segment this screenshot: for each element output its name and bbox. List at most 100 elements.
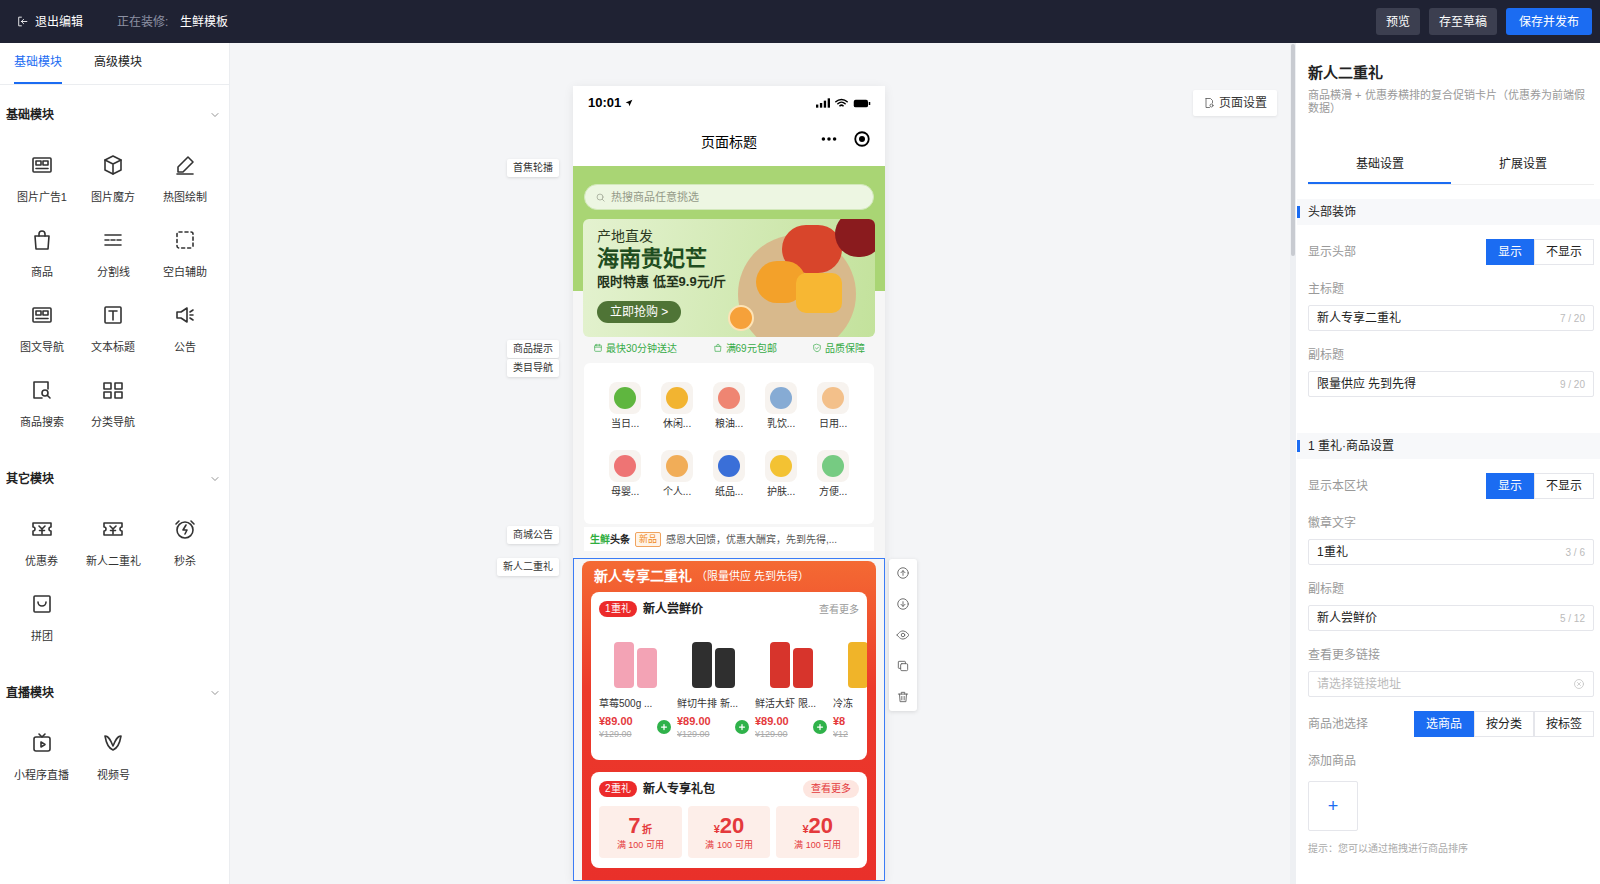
more-link[interactable]: 查看更多 (803, 780, 859, 798)
module-item[interactable]: 图片广告1 (6, 132, 78, 207)
coupon-value-row: ¥20 (714, 813, 745, 839)
settings-tab[interactable]: 基础设置 (1308, 145, 1451, 184)
action-button[interactable]: 存至草稿 (1429, 8, 1497, 35)
status-bar: 10:01 (573, 86, 885, 118)
field-label: 查看更多链接 (1308, 647, 1594, 663)
segment-option[interactable]: 不显示 (1534, 473, 1594, 499)
module-item[interactable]: 拼团 (6, 571, 78, 646)
gift-module[interactable]: 新人专享二重礼（限量供应 先到先得）1重礼新人尝鲜价查看更多草莓500g ...… (573, 558, 885, 881)
category-swatch (822, 387, 844, 409)
text-input[interactable]: 限量供应 先到先得9 / 20 (1308, 371, 1594, 397)
canvas: 首焦轮播商品提示类目导航商城公告新人二重礼10:01页面标题热搜商品任意挑选产地… (230, 43, 1290, 884)
category-label: 当日... (611, 418, 639, 430)
text-input[interactable]: 新人专享二重礼7 / 20 (1308, 305, 1594, 331)
module-marker[interactable]: 首焦轮播 (507, 159, 559, 177)
trash-icon[interactable] (896, 690, 910, 704)
text-input[interactable]: 新人尝鲜价5 / 12 (1308, 605, 1594, 631)
category-item[interactable]: 护肤... (755, 450, 807, 498)
module-item[interactable]: 优惠券 (6, 496, 78, 571)
segment-option[interactable]: 显示 (1486, 473, 1534, 499)
notice-text: 感恩大回馈，优惠大酬宾，先到先得,... (666, 532, 837, 547)
eye-icon[interactable] (896, 628, 910, 642)
module-item[interactable]: 新人二重礼 (78, 496, 150, 571)
segment-option[interactable]: 按标签 (1534, 711, 1594, 737)
product-card[interactable]: 鲜切牛排 新...¥89.00¥129.00 (677, 632, 749, 740)
hero: 热搜商品任意挑选产地直发海南贵妃芒限时特惠 低至9.9元/斤立即抢购 > (573, 166, 885, 337)
segment-option[interactable]: 显示 (1486, 239, 1534, 265)
scroll-thumb[interactable] (1291, 44, 1295, 256)
category-item[interactable]: 乳饮... (755, 382, 807, 430)
add-product-button[interactable]: + (1308, 781, 1358, 831)
text-input[interactable]: 1重礼3 / 6 (1308, 539, 1594, 565)
field-label: 显示头部 (1308, 243, 1356, 261)
category-item[interactable]: 纸品... (703, 450, 755, 498)
exit-label: 退出编辑 (35, 13, 83, 31)
category-item[interactable]: 粮油... (703, 382, 755, 430)
module-tab[interactable]: 高级模块 (94, 53, 142, 84)
segment-option[interactable]: 选商品 (1414, 711, 1474, 737)
group-header[interactable]: 其它模块 (0, 462, 229, 496)
module-label: 空白辅助 (163, 265, 207, 279)
category-item[interactable]: 日用... (807, 382, 859, 430)
coupon[interactable]: ¥20满 100 可用 (776, 806, 859, 858)
category-item[interactable]: 方便... (807, 450, 859, 498)
module-item[interactable]: 商品 (6, 207, 78, 282)
banner-button[interactable]: 立即抢购 > (597, 301, 681, 323)
module-item[interactable]: 公告 (149, 282, 221, 357)
coupon[interactable]: 7折满 100 可用 (599, 806, 682, 858)
category-nav: 当日... 休闲...粮油...乳饮...日用... 母婴...个人... 纸品...… (584, 363, 874, 524)
banner[interactable]: 产地直发海南贵妃芒限时特惠 低至9.9元/斤立即抢购 > (583, 219, 875, 337)
action-button[interactable]: 保存并发布 (1506, 8, 1592, 35)
module-item[interactable]: 秒杀 (149, 496, 221, 571)
category-item[interactable]: 当日... (599, 382, 651, 430)
page-settings-label: 页面设置 (1219, 94, 1267, 112)
notice-bar[interactable]: 生鲜头条新品感恩大回馈，优惠大酬宾，先到先得,... (584, 527, 874, 551)
product-card[interactable]: 鲜活大虾 限...¥89.00¥129.00 (755, 632, 827, 740)
search-field[interactable]: 热搜商品任意挑选 (584, 184, 874, 210)
move-up-icon[interactable] (896, 566, 910, 580)
module-item[interactable]: 图文导航 (6, 282, 78, 357)
category-label: 纸品... (715, 486, 743, 498)
category-item[interactable]: 个人... (651, 450, 703, 498)
link-input[interactable]: 请选择链接地址 (1308, 671, 1594, 697)
product-card[interactable]: 草莓500g ...¥89.00¥129.00 (599, 632, 671, 740)
module-item[interactable]: 文本标题 (78, 282, 150, 357)
module-item[interactable]: 商品搜索 (6, 357, 78, 432)
action-button[interactable]: 预览 (1376, 8, 1420, 35)
settings-title: 新人二重礼 (1308, 43, 1594, 83)
module-marker[interactable]: 商城公告 (507, 526, 559, 544)
module-item[interactable]: 小程序直播 (6, 710, 78, 785)
coupon[interactable]: ¥20满 100 可用 (688, 806, 771, 858)
category-item[interactable]: 休闲... (651, 382, 703, 430)
page-settings-button[interactable]: 页面设置 (1193, 90, 1277, 116)
category-item[interactable]: 母婴... (599, 450, 651, 498)
signal-icon (816, 98, 830, 108)
group-header[interactable]: 基础模块 (0, 98, 229, 132)
module-marker[interactable]: 商品提示 (507, 340, 559, 358)
module-item[interactable]: 空白辅助 (149, 207, 221, 282)
settings-tab[interactable]: 扩展设置 (1451, 145, 1594, 184)
group-header[interactable]: 直播模块 (0, 676, 229, 710)
module-item[interactable]: 热图绘制 (149, 132, 221, 207)
module-item[interactable]: 分割线 (78, 207, 150, 282)
search-icon (595, 192, 606, 203)
move-down-icon[interactable] (896, 597, 910, 611)
module-item[interactable]: 图片魔方 (78, 132, 150, 207)
product-card[interactable]: 冷冻¥8¥12 (833, 632, 867, 740)
copy-icon[interactable] (896, 659, 910, 673)
segment-option[interactable]: 不显示 (1534, 239, 1594, 265)
module-marker[interactable]: 新人二重礼 (497, 558, 559, 576)
module-item[interactable]: 分类导航 (78, 357, 150, 432)
module-tab[interactable]: 基础模块 (14, 53, 62, 84)
settings-description: 商品横滑 + 优惠券横排的复合促销卡片（优惠券为前端假数据） (1308, 89, 1594, 115)
module-marker[interactable]: 类目导航 (507, 359, 559, 377)
workspace: 基础模块高级模块基础模块图片广告1图片魔方热图绘制商品分割线空白辅助图文导航文本… (0, 43, 1600, 884)
module-item[interactable]: 视频号 (78, 710, 150, 785)
product-prices: ¥89.00¥129.00 (599, 714, 633, 740)
segment-option[interactable]: 按分类 (1474, 711, 1534, 737)
category-swatch (666, 387, 688, 409)
coupon-unit: 折 (642, 822, 652, 837)
exit-button[interactable]: 退出编辑 (16, 13, 83, 31)
product-original-price: ¥129.00 (755, 728, 789, 740)
more-link[interactable]: 查看更多 (819, 602, 859, 617)
